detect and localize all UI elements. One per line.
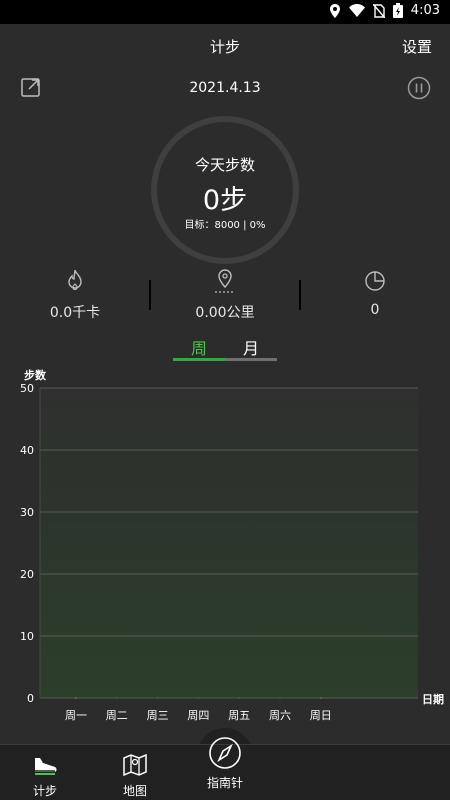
- x-axis-label: 日期: [422, 692, 444, 706]
- tab-week[interactable]: 周: [173, 335, 225, 359]
- sneaker-icon: [35, 758, 57, 775]
- steps-chart: 步数 日期 0 10 20 30 40 50 周一 周二 周三 周四 周五 周六 周日: [0, 365, 450, 735]
- nav-label: 计步: [32, 784, 57, 798]
- app-header: 计步 设置: [0, 24, 450, 68]
- divider: [149, 280, 151, 310]
- x-tick-label: 周二: [106, 709, 128, 722]
- calories-value: 0.0千卡: [49, 305, 101, 321]
- nav-item-map[interactable]: 地图: [100, 751, 170, 799]
- x-tick-label: 周六: [269, 709, 291, 722]
- pause-icon[interactable]: [407, 76, 431, 100]
- period-tabs: 周 月: [173, 333, 277, 361]
- nav-label: 指南针: [206, 776, 243, 790]
- nav-item-compass[interactable]: 指南针: [190, 735, 260, 791]
- distance-stat: 0.00公里: [165, 268, 285, 322]
- y-tick-label: 20: [20, 568, 34, 581]
- compass-icon: [209, 737, 241, 769]
- status-icons: 4:03: [329, 3, 440, 18]
- location-icon: [329, 3, 340, 18]
- y-tick-label: 30: [20, 506, 34, 519]
- bottom-nav: 计步 地图 指南针: [0, 737, 450, 800]
- settings-button[interactable]: 设置: [402, 36, 432, 57]
- no-sim-icon: [372, 3, 385, 18]
- y-tick-label: 50: [20, 382, 34, 395]
- duration-stat: 0: [315, 268, 435, 318]
- y-tick-label: 10: [20, 630, 34, 643]
- calories-stat: 0.0千卡: [15, 268, 135, 322]
- tab-month[interactable]: 月: [225, 335, 277, 359]
- chart-plot-area: [40, 388, 418, 698]
- location-pin-icon: [215, 269, 235, 293]
- status-bar: 4:03: [0, 0, 450, 24]
- flame-icon: [68, 269, 82, 291]
- distance-value: 0.00公里: [195, 305, 255, 321]
- wifi-icon: [348, 4, 365, 17]
- y-axis-label: 步数: [24, 368, 47, 382]
- step-progress-ring: 今天步数 0步 目标：8000 | 0%: [151, 116, 299, 264]
- nav-label: 地图: [122, 784, 147, 798]
- step-count: 0步: [202, 185, 248, 216]
- pie-chart-icon: [365, 271, 385, 291]
- current-date: 2021.4.13: [189, 80, 261, 96]
- x-tick-label: 周三: [147, 709, 169, 722]
- x-tick-label: 周五: [228, 709, 250, 722]
- steps-chart-svg: 步数 日期 0 10 20 30 40 50 周一 周二 周三 周四 周五 周六 周日: [20, 368, 444, 722]
- y-tick-label: 40: [20, 444, 34, 457]
- duration-value: 0: [370, 302, 380, 318]
- tab-indicator: [173, 358, 225, 361]
- x-tick-label: 周四: [187, 709, 209, 722]
- step-goal: 目标：8000 | 0%: [184, 220, 266, 231]
- page-title: 计步: [209, 38, 240, 56]
- today-steps-label: 今天步数: [194, 156, 255, 174]
- x-tick-label: 周一: [65, 709, 87, 722]
- map-icon: [123, 753, 147, 777]
- battery-icon: [392, 3, 403, 18]
- stats-row: 0.0千卡 0.00公里 0: [0, 268, 450, 330]
- y-tick-label: 0: [27, 692, 34, 705]
- status-time: 4:03: [410, 3, 440, 18]
- nav-item-steps[interactable]: 计步: [10, 751, 80, 799]
- date-row: 2021.4.13: [0, 72, 450, 106]
- x-tick-label: 周日: [310, 709, 332, 722]
- divider: [299, 280, 301, 310]
